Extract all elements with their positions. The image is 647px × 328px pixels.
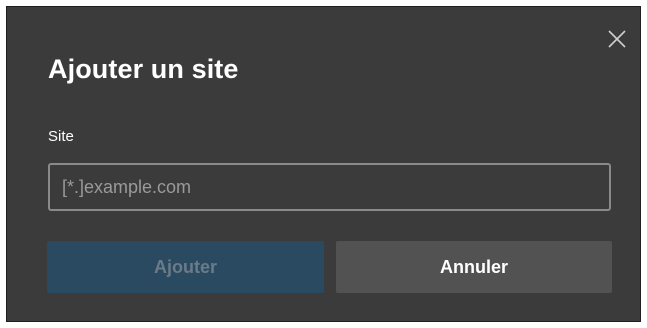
dialog-title: Ajouter un site: [48, 54, 239, 84]
close-button[interactable]: [601, 23, 633, 55]
site-field-label: Site: [48, 128, 74, 145]
site-input[interactable]: [48, 163, 611, 211]
add-button[interactable]: Ajouter: [47, 241, 324, 293]
cancel-button[interactable]: Annuler: [336, 241, 612, 293]
add-site-dialog: Ajouter un site Site Ajouter Annuler: [6, 6, 641, 322]
close-icon: [608, 30, 626, 48]
